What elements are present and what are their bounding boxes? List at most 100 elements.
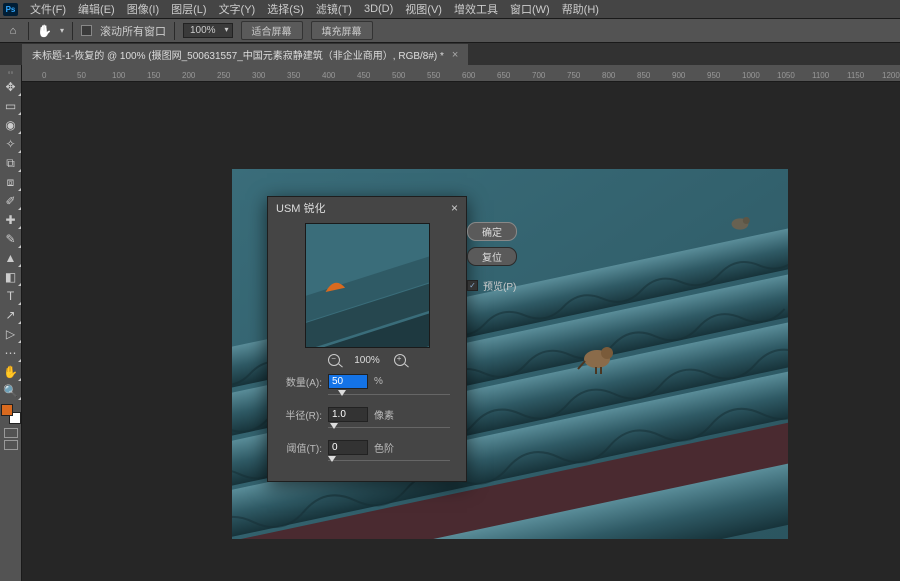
ruler-tick: 1100 <box>812 71 829 80</box>
ruler-tick: 250 <box>217 71 230 80</box>
radius-label: 半径(R): <box>278 407 322 422</box>
menu-layer[interactable]: 图层(L) <box>165 0 212 19</box>
color-swatches[interactable] <box>1 404 21 424</box>
tool-type[interactable]: T <box>1 287 21 305</box>
radius-input[interactable] <box>328 407 368 422</box>
close-icon[interactable]: × <box>451 201 458 215</box>
menu-view[interactable]: 视图(V) <box>399 0 448 19</box>
tool-magic-wand[interactable]: ✧ <box>1 135 21 153</box>
menu-image[interactable]: 图像(I) <box>121 0 165 19</box>
threshold-label: 阈值(T): <box>278 440 322 455</box>
ruler-tick: 550 <box>427 71 440 80</box>
preview-checkbox[interactable]: ✓ <box>467 280 478 291</box>
foreground-color-swatch[interactable] <box>1 404 13 416</box>
tool-eraser[interactable]: ◧ <box>1 268 21 286</box>
tools-panel: ◦◦ ✥▭◉✧⧉⧈✐✚✎▲◧T↗▷⋯✋🔍 <box>0 65 22 581</box>
tool-crop[interactable]: ⧉ <box>1 154 21 172</box>
document-tabbar: 未标题-1-恢复的 @ 100% (摄图网_500631557_中国元素寂静建筑… <box>0 43 900 65</box>
chevron-down-icon[interactable]: ▾ <box>60 26 64 35</box>
options-bar: ⌂ ▾ 滚动所有窗口 100% 适合屏幕 填充屏幕 <box>0 19 900 43</box>
zoom-percent: 100% <box>354 355 380 366</box>
threshold-slider[interactable] <box>278 457 456 465</box>
ruler-tick: 0 <box>42 71 46 80</box>
amount-input[interactable] <box>328 374 368 389</box>
tool-marquee[interactable]: ▭ <box>1 97 21 115</box>
canvas-area[interactable]: 0 50 100 150 200 250 300 350 400 450 500 550 600 650 7… <box>22 65 900 581</box>
menu-plugins[interactable]: 增效工具 <box>448 0 504 19</box>
radius-slider[interactable] <box>278 424 456 432</box>
reset-button[interactable]: 复位 <box>467 247 517 266</box>
amount-unit: % <box>374 376 383 387</box>
ruler-tick: 950 <box>707 71 720 80</box>
close-icon[interactable]: × <box>452 49 458 61</box>
tool-move[interactable]: ✥ <box>1 78 21 96</box>
tool-dots[interactable]: ⋯ <box>1 344 21 362</box>
ruler-tick: 1000 <box>742 71 760 80</box>
threshold-input[interactable] <box>328 440 368 455</box>
home-icon[interactable]: ⌂ <box>6 24 20 38</box>
ruler-tick: 600 <box>462 71 475 80</box>
zoom-out-icon[interactable]: − <box>328 354 340 366</box>
ruler-tick: 200 <box>182 71 195 80</box>
ruler-tick: 50 <box>77 71 86 80</box>
ruler-tick: 150 <box>147 71 160 80</box>
scroll-all-checkbox[interactable] <box>81 25 92 36</box>
tool-hand[interactable]: ✋ <box>1 363 21 381</box>
tool-eyedropper[interactable]: ✐ <box>1 192 21 210</box>
tab-title: 未标题-1-恢复的 @ 100% (摄图网_500631557_中国元素寂静建筑… <box>32 47 444 62</box>
fill-screen-button[interactable]: 填充屏幕 <box>311 21 373 40</box>
ruler-tick: 500 <box>392 71 405 80</box>
ruler-tick: 1200 <box>882 71 900 80</box>
dialog-title: USM 锐化 <box>276 200 326 216</box>
ruler-tick: 100 <box>112 71 125 80</box>
dialog-titlebar[interactable]: USM 锐化 × <box>268 197 466 219</box>
amount-slider[interactable] <box>278 391 456 399</box>
tool-direct-select[interactable]: ▷ <box>1 325 21 343</box>
document-tab[interactable]: 未标题-1-恢复的 @ 100% (摄图网_500631557_中国元素寂静建筑… <box>22 44 468 65</box>
preview-label: 预览(P) <box>483 278 516 293</box>
menu-select[interactable]: 选择(S) <box>261 0 310 19</box>
ruler-tick: 350 <box>287 71 300 80</box>
zoom-dropdown[interactable]: 100% <box>183 23 233 38</box>
ruler-horizontal: 0 50 100 150 200 250 300 350 400 450 500 550 600 650 7… <box>22 65 900 82</box>
ok-button[interactable]: 确定 <box>467 222 517 241</box>
ruler-tick: 900 <box>672 71 685 80</box>
menu-type[interactable]: 文字(Y) <box>213 0 262 19</box>
workarea: ◦◦ ✥▭◉✧⧉⧈✐✚✎▲◧T↗▷⋯✋🔍 0 50 100 150 200 250 300 3… <box>0 65 900 581</box>
menu-edit[interactable]: 编辑(E) <box>72 0 121 19</box>
ruler-tick: 450 <box>357 71 370 80</box>
preview-thumbnail[interactable] <box>305 223 430 348</box>
ruler-tick: 750 <box>567 71 580 80</box>
tool-path[interactable]: ↗ <box>1 306 21 324</box>
ruler-tick: 650 <box>497 71 510 80</box>
menu-filter[interactable]: 滤镜(T) <box>310 0 358 19</box>
zoom-in-icon[interactable]: + <box>394 354 406 366</box>
menu-3d[interactable]: 3D(D) <box>358 1 399 17</box>
ruler-tick: 1150 <box>847 71 864 80</box>
hand-tool-icon[interactable] <box>37 24 52 38</box>
screen-mode-icons[interactable] <box>0 428 21 450</box>
ruler-tick: 800 <box>602 71 615 80</box>
tool-lasso[interactable]: ◉ <box>1 116 21 134</box>
ruler-tick: 1050 <box>777 71 795 80</box>
menubar: Ps 文件(F) 编辑(E) 图像(I) 图层(L) 文字(Y) 选择(S) 滤… <box>0 0 900 19</box>
amount-label: 数量(A): <box>278 374 322 389</box>
tool-zoom[interactable]: 🔍 <box>1 382 21 400</box>
scroll-all-label: 滚动所有窗口 <box>100 23 166 39</box>
usm-sharpen-dialog: USM 锐化 × <box>267 196 467 482</box>
fit-screen-button[interactable]: 适合屏幕 <box>241 21 303 40</box>
ruler-tick: 400 <box>322 71 335 80</box>
tool-stamp[interactable]: ▲ <box>1 249 21 267</box>
ruler-tick: 700 <box>532 71 545 80</box>
menu-window[interactable]: 窗口(W) <box>504 0 556 19</box>
ruler-tick: 300 <box>252 71 265 80</box>
menu-help[interactable]: 帮助(H) <box>556 0 605 19</box>
menu-file[interactable]: 文件(F) <box>24 0 72 19</box>
radius-unit: 像素 <box>374 407 394 422</box>
toolbar-grip[interactable]: ◦◦ <box>0 67 21 78</box>
tool-frame[interactable]: ⧈ <box>1 173 21 191</box>
tool-brush[interactable]: ✎ <box>1 230 21 248</box>
ruler-tick: 850 <box>637 71 650 80</box>
app-icon: Ps <box>3 3 18 16</box>
tool-healing[interactable]: ✚ <box>1 211 21 229</box>
